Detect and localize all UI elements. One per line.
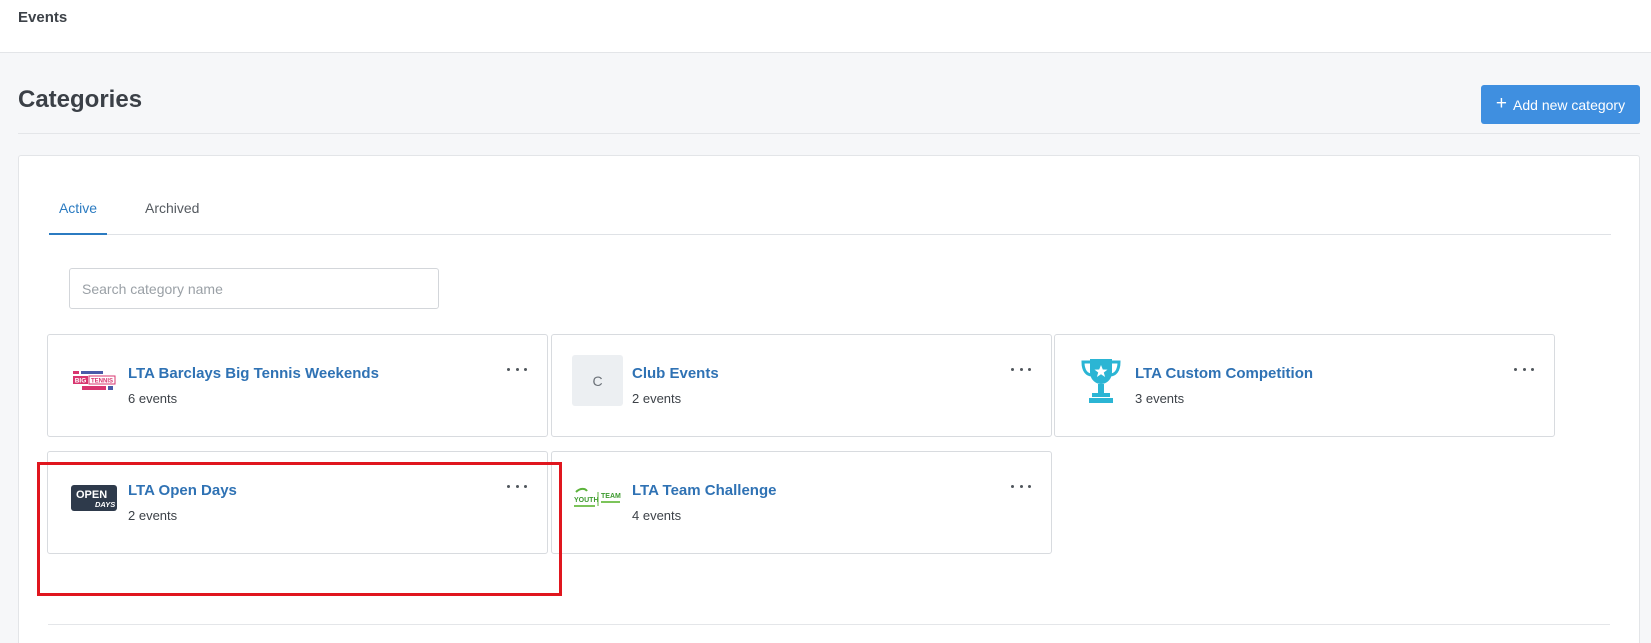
trophy-icon xyxy=(1075,355,1126,406)
category-event-count: 3 events xyxy=(1135,391,1185,406)
category-name[interactable]: LTA Custom Competition xyxy=(1135,365,1313,382)
more-options-icon[interactable] xyxy=(1011,478,1031,494)
tab-active[interactable]: Active xyxy=(49,200,107,235)
top-bar: Events xyxy=(0,0,1651,53)
category-event-count: 6 events xyxy=(128,391,178,406)
open-days-logo-text-days: DAYS xyxy=(95,500,115,509)
svg-text:BIG: BIG xyxy=(74,377,86,384)
search-category-input[interactable] xyxy=(69,268,439,309)
category-event-count: 4 events xyxy=(632,508,682,523)
more-options-icon[interactable] xyxy=(1514,361,1534,377)
open-days-logo: OPEN DAYS xyxy=(68,472,119,523)
category-name[interactable]: LTA Team Challenge xyxy=(632,482,776,499)
bottom-divider xyxy=(48,624,1610,625)
more-options-icon[interactable] xyxy=(507,478,527,494)
top-bar-title: Events xyxy=(18,9,68,26)
big-tennis-weekends-logo: BIG TENNIS xyxy=(68,355,119,406)
category-event-count: 2 events xyxy=(632,391,682,406)
youth-team-logo-text-youth: YOUTH xyxy=(574,497,599,504)
svg-text:TENNIS: TENNIS xyxy=(90,378,112,384)
youth-team-logo-text-team: TEAM xyxy=(601,493,621,500)
page-title: Categories xyxy=(18,86,143,113)
youth-team-challenge-logo: YOUTH TEAM xyxy=(572,472,623,523)
category-name[interactable]: LTA Barclays Big Tennis Weekends xyxy=(128,365,379,382)
letter-avatar-initial: C xyxy=(572,355,623,406)
plus-icon: + xyxy=(1495,93,1508,114)
category-card-open-days[interactable]: OPEN DAYS LTA Open Days 2 events xyxy=(47,451,548,554)
more-options-icon[interactable] xyxy=(1011,361,1031,377)
tab-archived[interactable]: Archived xyxy=(145,200,199,216)
category-card-club-events[interactable]: C Club Events 2 events xyxy=(551,334,1052,437)
category-card-team-challenge[interactable]: YOUTH TEAM LTA Team Challenge 4 events xyxy=(551,451,1052,554)
title-divider xyxy=(18,133,1640,134)
letter-avatar: C xyxy=(572,355,623,406)
category-tabs: Active Archived xyxy=(49,186,1611,235)
add-new-category-label: Add new category xyxy=(1513,96,1626,113)
category-event-count: 2 events xyxy=(128,508,178,523)
add-new-category-button[interactable]: + Add new category xyxy=(1481,85,1640,124)
category-card-custom-competition[interactable]: LTA Custom Competition 3 events xyxy=(1054,334,1555,437)
category-name[interactable]: LTA Open Days xyxy=(128,482,237,499)
more-options-icon[interactable] xyxy=(507,361,527,377)
category-card-big-tennis-weekends[interactable]: BIG TENNIS LTA Barclays Big Tennis Weeke… xyxy=(47,334,548,437)
categories-panel: Active Archived BIG TENNIS LTA Barclays … xyxy=(18,155,1640,643)
category-name[interactable]: Club Events xyxy=(632,365,719,382)
